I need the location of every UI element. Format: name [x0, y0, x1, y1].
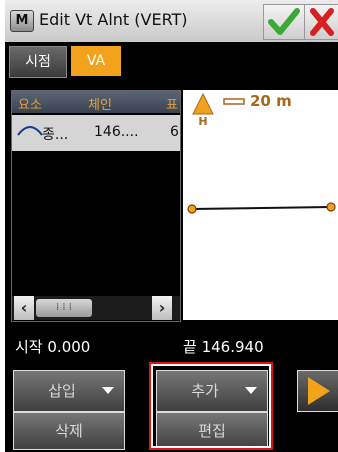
start-point-icon: [187, 204, 197, 214]
column-header-element[interactable]: 요소: [18, 94, 42, 113]
checkmark-icon: [268, 8, 300, 35]
column-header-more[interactable]: 표: [166, 94, 178, 113]
start-value: 0.000: [47, 338, 91, 356]
list-item[interactable]: 종... 146.... 6: [12, 115, 180, 151]
end-station: 끝 146.940: [183, 336, 264, 357]
tab-bar: 시점 VA: [5, 42, 338, 78]
start-label: 시작: [15, 338, 43, 356]
vertical-curve-icon: [17, 126, 43, 136]
highlight-box: [149, 362, 273, 450]
map-view[interactable]: H 20 m: [183, 90, 338, 320]
row-type: 종...: [42, 127, 69, 143]
row-more: 6: [170, 124, 179, 140]
play-arrow-icon: [308, 377, 330, 405]
insert-label: 삽입: [48, 382, 76, 400]
start-station: 시작 0.000: [15, 336, 90, 357]
chevron-down-icon: [102, 387, 114, 394]
tab-start[interactable]: 시점: [9, 46, 67, 78]
horizontal-scrollbar[interactable]: ‹ ⁞ ⁞ ⁞ ›: [12, 296, 180, 320]
scroll-thumb[interactable]: ⁞ ⁞ ⁞: [36, 299, 92, 317]
ok-button[interactable]: [263, 4, 305, 40]
app-menu-icon[interactable]: M: [10, 10, 34, 32]
element-list: 요소 체인 표 종... 146.... 6 ‹ ⁞ ⁞ ⁞ ›: [11, 90, 181, 322]
alignment-profile: [187, 202, 336, 214]
screen: M Edit Vt Alnt (VERT) 시점 VA 요소 체인 표 종...: [5, 0, 338, 452]
insert-button[interactable]: 삽입: [13, 370, 125, 412]
close-icon: [310, 8, 334, 36]
delete-button[interactable]: 삭제: [13, 412, 125, 450]
window-title: Edit Vt Alnt (VERT): [39, 10, 188, 29]
list-header: 요소 체인 표: [12, 91, 180, 113]
end-label: 끝: [183, 338, 197, 356]
scroll-left-arrow[interactable]: ‹: [14, 296, 34, 320]
row-station: 146....: [94, 124, 139, 140]
scroll-right-arrow[interactable]: ›: [152, 296, 172, 320]
end-point-icon: [326, 202, 336, 212]
next-button[interactable]: [297, 370, 338, 412]
tab-va[interactable]: VA: [71, 46, 121, 76]
title-bar: M Edit Vt Alnt (VERT): [5, 0, 338, 43]
close-button[interactable]: [304, 4, 338, 40]
end-value: 146.940: [201, 338, 264, 356]
column-header-chainage[interactable]: 체인: [88, 94, 112, 113]
